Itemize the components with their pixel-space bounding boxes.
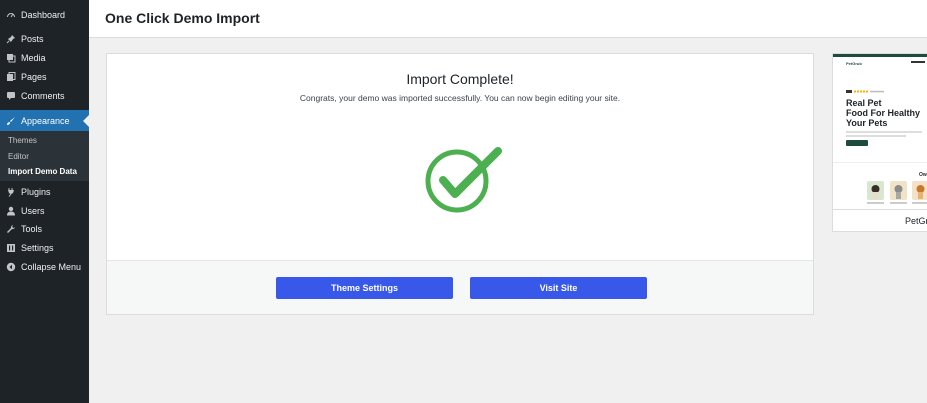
- preview-divider: [833, 162, 927, 163]
- submenu-editor[interactable]: Editor: [8, 152, 29, 161]
- preview-pet-image: [890, 181, 907, 200]
- menu-label: Comments: [21, 90, 65, 101]
- menu-label: Settings: [21, 242, 54, 253]
- preview-pet-label: [912, 202, 927, 204]
- preview-pet-label: [890, 202, 907, 204]
- menu-label: Plugins: [21, 186, 51, 197]
- theme-settings-button[interactable]: Theme Settings: [276, 277, 453, 299]
- preview-rating: [846, 90, 886, 95]
- import-message: Congrats, your demo was imported success…: [299, 93, 621, 103]
- preview-headline-line: Food For Healthy: [846, 108, 920, 118]
- visit-site-button[interactable]: Visit Site: [470, 277, 647, 299]
- brush-icon: [6, 116, 16, 126]
- admin-sidebar: Dashboard Posts Media Pages Comments App…: [0, 0, 89, 403]
- menu-item-pages[interactable]: Pages: [0, 67, 89, 86]
- menu-label: Posts: [21, 33, 44, 44]
- menu-item-dashboard[interactable]: Dashboard: [0, 5, 89, 24]
- submenu-themes[interactable]: Themes: [8, 136, 37, 145]
- page-header: One Click Demo Import: [89, 0, 927, 38]
- preview-headline-line: Your Pets: [846, 118, 888, 128]
- page-title: One Click Demo Import: [105, 10, 260, 26]
- import-title: Import Complete!: [406, 71, 514, 87]
- menu-item-comments[interactable]: Comments: [0, 86, 89, 105]
- submenu-import-demo-data[interactable]: Import Demo Data: [8, 167, 77, 176]
- appearance-submenu: Themes Editor Import Demo Data: [0, 131, 89, 181]
- wrench-icon: [6, 224, 16, 234]
- comment-icon: [6, 91, 16, 101]
- menu-item-appearance[interactable]: Appearance: [0, 110, 89, 131]
- success-check-icon: [425, 144, 505, 216]
- collapse-icon: [6, 262, 16, 272]
- preview-nav: [911, 61, 925, 63]
- menu-label: Appearance: [21, 115, 70, 126]
- preview-headline-line: Real Pet: [846, 98, 882, 108]
- menu-item-collapse[interactable]: Collapse Menu: [0, 257, 89, 276]
- preview-theme-name: PetGr: [905, 216, 927, 226]
- menu-item-media[interactable]: Media: [0, 48, 89, 67]
- card-footer: Theme Settings Visit Site: [107, 261, 813, 314]
- preview-headline: Real Pet Food For Healthy Your Pets: [846, 98, 920, 128]
- settings-icon: [6, 243, 16, 253]
- preview-cta-button: [846, 140, 868, 146]
- menu-item-posts[interactable]: Posts: [0, 29, 89, 48]
- preview-text-line: [846, 135, 906, 137]
- preview-topbar: [833, 54, 927, 57]
- menu-label: Tools: [21, 223, 43, 234]
- import-complete-card: Import Complete! Congrats, your demo was…: [106, 53, 814, 315]
- preview-text-line: [846, 131, 922, 133]
- pages-icon: [6, 71, 16, 82]
- menu-label: Users: [21, 205, 45, 216]
- preview-pet-image: [912, 181, 927, 200]
- menu-label: Pages: [21, 71, 47, 82]
- preview-section-label: Ow: [919, 172, 927, 178]
- card-body: Import Complete! Congrats, your demo was…: [107, 54, 813, 261]
- preview-logo: PetGrub: [846, 61, 862, 66]
- pin-icon: [6, 34, 16, 44]
- dashboard-icon: [6, 10, 16, 20]
- media-icon: [6, 53, 16, 63]
- active-arrow: [83, 114, 89, 127]
- menu-label: Collapse Menu: [21, 261, 82, 272]
- menu-item-tools[interactable]: Tools: [0, 219, 89, 238]
- preview-name-bar: PetGr: [833, 209, 927, 231]
- menu-item-users[interactable]: Users: [0, 201, 89, 220]
- menu-label: Dashboard: [21, 9, 66, 20]
- user-icon: [6, 206, 16, 216]
- menu-item-settings[interactable]: Settings: [0, 238, 89, 257]
- preview-pet-label: [867, 202, 884, 204]
- plug-icon: [6, 187, 16, 197]
- menu-item-plugins[interactable]: Plugins: [0, 182, 89, 201]
- theme-preview-card[interactable]: PetGrub Real Pet Food For Healthy Your P…: [832, 53, 927, 232]
- preview-pet-image: [867, 181, 884, 200]
- menu-label: Media: [21, 52, 46, 63]
